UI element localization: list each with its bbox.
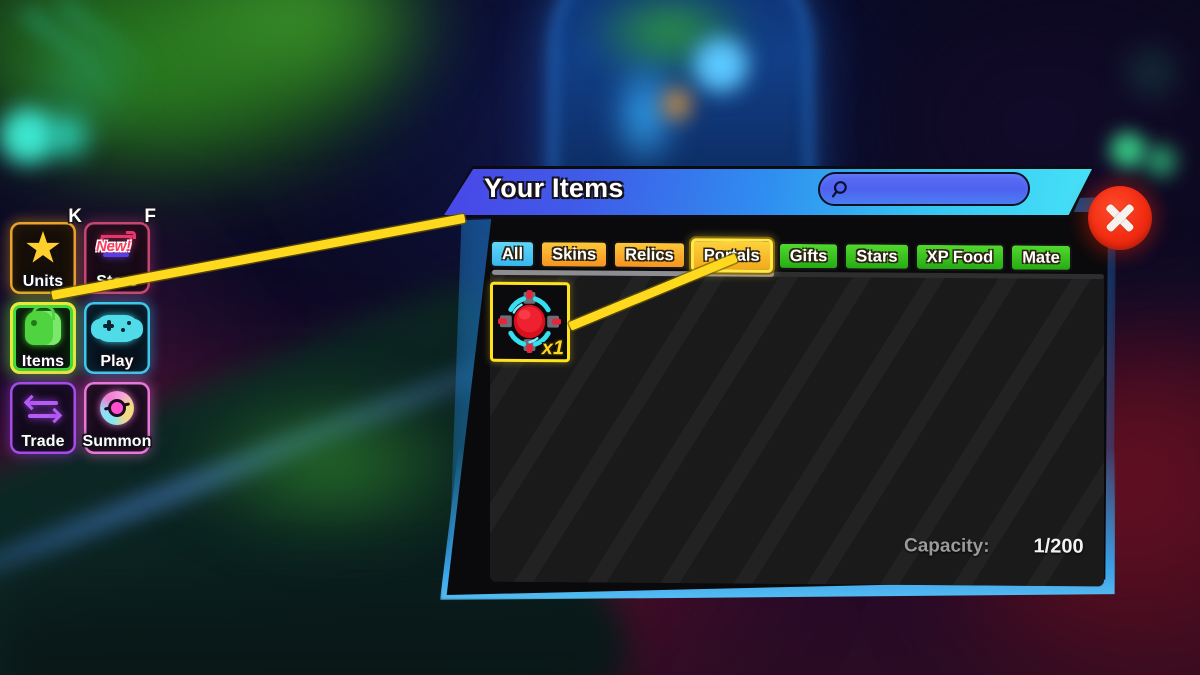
tab-label-gifts: Gifts	[789, 246, 828, 265]
arrows-icon	[10, 388, 76, 428]
sidebar-row-2: Items Play	[10, 302, 162, 374]
items-grid: x1	[490, 281, 570, 363]
sidebar-menu: K Units F New! Store Items Play	[10, 206, 162, 462]
tab-label-mate: Mate	[1022, 248, 1060, 267]
search-input[interactable]	[817, 172, 1031, 206]
tab-relics[interactable]: Relics	[613, 240, 686, 270]
background-ledge-green-glow	[180, 388, 480, 538]
sidebar-item-units[interactable]: K Units	[10, 206, 82, 294]
pokeball-icon	[84, 388, 150, 428]
sidebar-row-3: Trade Summon	[10, 382, 162, 454]
tab-xp-food[interactable]: XP Food	[914, 242, 1006, 272]
background-tank-orange-light	[662, 88, 692, 120]
sidebar-item-label-play: Play	[100, 353, 134, 370]
sidebar-item-summon[interactable]: Summon	[82, 382, 152, 454]
category-tabs: All Skins Relics Portals Gifts Stars XP …	[490, 238, 1104, 274]
star-icon	[10, 228, 76, 268]
sidebar-item-label-summon: Summon	[82, 433, 152, 450]
page-title: Your Items	[484, 173, 624, 203]
capacity-readout: Capacity: 1/200	[904, 534, 1084, 558]
tab-gifts[interactable]: Gifts	[777, 241, 840, 271]
cart-icon: New!	[84, 228, 150, 268]
tab-label-xp-food: XP Food	[926, 247, 994, 266]
store-new-badge: New!	[96, 238, 131, 255]
tab-label-skins: Skins	[552, 244, 597, 264]
capacity-value: 1/200	[1033, 535, 1084, 558]
item-quantity: x1	[541, 337, 564, 360]
tab-skins[interactable]: Skins	[540, 240, 609, 269]
tab-label-stars: Stars	[856, 246, 898, 266]
background-orb-green-right-2	[1146, 146, 1176, 176]
sidebar-item-items[interactable]: Items	[10, 302, 76, 374]
sidebar-item-label-items: Items	[21, 353, 65, 370]
tab-all[interactable]: All	[490, 239, 536, 269]
tab-stars[interactable]: Stars	[844, 242, 910, 271]
background-tank-light	[694, 38, 748, 92]
close-button[interactable]	[1088, 186, 1152, 250]
sidebar-item-label-units: Units	[22, 273, 64, 290]
background-orb-teal-2	[47, 116, 87, 156]
sidebar-item-play[interactable]: Play	[84, 302, 150, 374]
units-keybind-label: K	[68, 206, 82, 227]
your-items-panel: Your Items All Skins Relics Portals Gift…	[440, 160, 1120, 600]
gamepad-icon	[84, 308, 150, 348]
backpack-icon	[10, 305, 76, 348]
capacity-label: Capacity:	[904, 535, 990, 557]
store-keybind-label: F	[144, 206, 156, 227]
sidebar-item-label-trade: Trade	[21, 433, 65, 450]
magnifier-icon	[831, 181, 847, 198]
sidebar-item-trade[interactable]: Trade	[10, 382, 76, 454]
tab-label-all: All	[502, 244, 524, 263]
background-glow-right-halo	[1122, 42, 1182, 102]
tab-label-relics: Relics	[625, 245, 674, 264]
item-slot-portal[interactable]: x1	[490, 281, 570, 363]
tab-mate[interactable]: Mate	[1010, 243, 1072, 272]
